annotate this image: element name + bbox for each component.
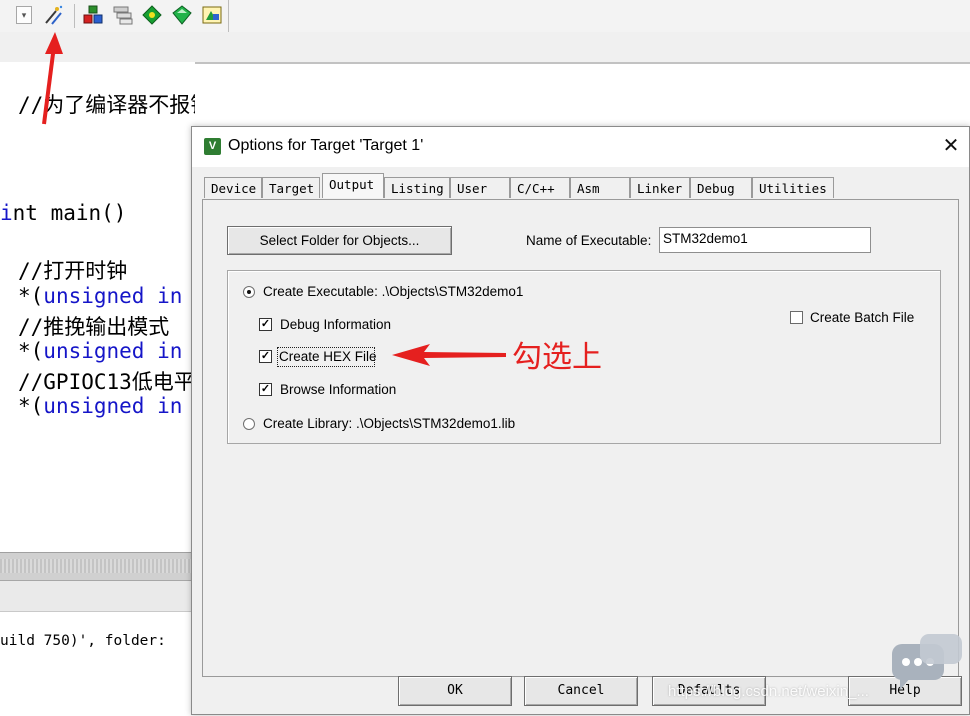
dialog-titlebar[interactable]: V Options for Target 'Target 1' ✕ (192, 127, 969, 167)
name-of-executable-field[interactable]: STM32demo1 (659, 227, 871, 253)
tab-target[interactable]: Target (262, 177, 320, 198)
dialog-title: Options for Target 'Target 1' (228, 137, 424, 154)
toolbar-separator (74, 4, 75, 28)
cancel-button[interactable]: Cancel (524, 676, 638, 706)
code-line-comment: //推挽输出模式 (18, 315, 170, 339)
create-batch-file-label: Create Batch File (810, 310, 915, 325)
red-arrow-annotation (42, 32, 63, 125)
tab-utilities[interactable]: Utilities (752, 177, 834, 198)
create-batch-file-checkbox[interactable] (790, 311, 803, 324)
name-of-executable-label: Name of Executable: (526, 233, 652, 248)
tab-device[interactable]: Device (204, 177, 262, 198)
manage-components-icon[interactable] (112, 4, 134, 26)
red-arrow-annotation (392, 344, 506, 366)
create-executable-radio[interactable] (243, 286, 255, 298)
code-line-statement: *(unsigned in (18, 394, 182, 418)
tab-output[interactable]: Output (322, 173, 384, 198)
build-output-header (0, 581, 195, 612)
tab-listing[interactable]: Listing (384, 177, 450, 198)
select-folder-button[interactable]: Select Folder for Objects... (227, 226, 452, 255)
close-icon[interactable]: ✕ (940, 135, 962, 157)
tab-c-cpp[interactable]: C/C++ (510, 177, 570, 198)
code-keyword: unsigned in (43, 339, 183, 363)
code-line-main-text: nt main() (12, 201, 127, 225)
tab-asm[interactable]: Asm (570, 177, 630, 198)
create-hex-file-checkbox[interactable]: ✓ (259, 350, 272, 363)
create-hex-file-label: Create HEX File (279, 349, 377, 364)
pane-splitter[interactable] (0, 552, 195, 581)
build-output-text: uild 750)', folder: (0, 633, 175, 649)
green-diamond-icon[interactable] (141, 4, 163, 26)
code-line-main: int main() (0, 201, 127, 225)
create-library-label: Create Library: .\Objects\STM32demo1.lib (263, 416, 516, 431)
toolbar-separator (228, 0, 229, 32)
code-line-comment: //GPIOC13低电平 (18, 370, 195, 394)
pack-tools-icon[interactable] (201, 4, 223, 26)
options-dialog: V Options for Target 'Target 1' ✕ Device… (191, 126, 970, 715)
create-executable-label: Create Executable: .\Objects\STM32demo1 (263, 284, 524, 299)
browse-information-checkbox[interactable]: ✓ (259, 383, 272, 396)
code-line-statement: *(unsigned in (18, 284, 182, 308)
code-line-comment: //打开时钟 (18, 259, 128, 283)
debug-information-checkbox[interactable]: ✓ (259, 318, 272, 331)
splitter-grip (0, 559, 195, 573)
code-token: *( (18, 284, 44, 308)
magic-wand-icon[interactable] (42, 4, 64, 26)
tab-debug[interactable]: Debug (690, 177, 752, 198)
browse-information-label: Browse Information (280, 382, 397, 397)
toolbar: ▾ (0, 0, 970, 33)
code-keyword: unsigned in (43, 394, 183, 418)
pack-installer-icon[interactable] (82, 4, 104, 26)
tab-user[interactable]: User (450, 177, 510, 198)
build-output-window: uild 750)', folder: (0, 580, 195, 716)
code-token: *( (18, 394, 44, 418)
watermark-text: https://blog.csdn.net/weixin_... (668, 683, 869, 700)
tab-strip (0, 32, 970, 64)
code-line-statement: *(unsigned in (18, 339, 182, 363)
tab-linker[interactable]: Linker (630, 177, 690, 198)
ok-button[interactable]: OK (398, 676, 512, 706)
create-library-radio[interactable] (243, 418, 255, 430)
green-up-icon[interactable] (171, 4, 193, 26)
annotation-text: 勾选上 (512, 340, 602, 375)
code-keyword: unsigned in (43, 284, 183, 308)
code-editor[interactable]: //为了编译器不报错 int main() //打开时钟 *(unsigned … (0, 62, 195, 552)
code-token: *( (18, 339, 44, 363)
debug-information-label: Debug Information (280, 317, 392, 332)
chat-bubble-icon (892, 634, 962, 690)
keil-app-icon: V (204, 138, 221, 155)
dropdown-arrow-icon[interactable]: ▾ (16, 6, 32, 24)
output-tab-panel: Select Folder for Objects... Name of Exe… (202, 199, 959, 677)
